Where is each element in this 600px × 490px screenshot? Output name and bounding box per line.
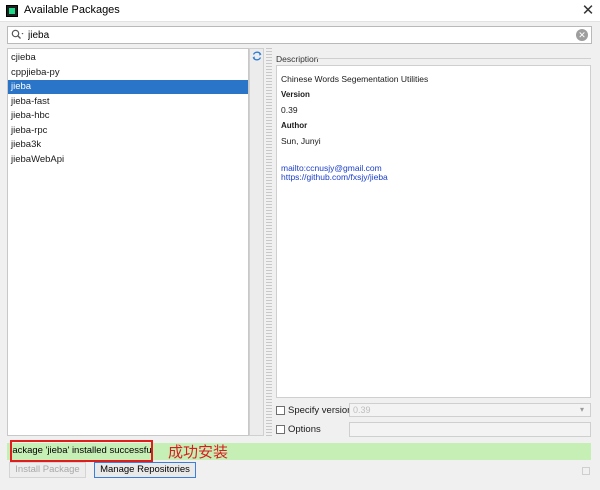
resize-grip[interactable] <box>582 467 590 475</box>
search-input[interactable] <box>28 28 568 42</box>
package-list-scrollbar[interactable] <box>249 48 264 436</box>
package-list-item[interactable]: jieba <box>8 80 248 94</box>
package-list-item[interactable]: jieba-fast <box>8 95 248 109</box>
description-divider <box>316 58 591 59</box>
status-message: Package 'jieba' installed successfully <box>10 445 153 456</box>
search-box[interactable]: ✕ <box>7 26 592 44</box>
clear-search-icon[interactable]: ✕ <box>576 29 588 41</box>
options-input[interactable] <box>349 422 591 437</box>
description-panel: Chinese Words Segementation Utilities Ve… <box>276 65 591 398</box>
success-annotation: 成功安装 <box>168 443 229 461</box>
package-list-item[interactable]: cjieba <box>8 51 248 65</box>
version-select-value: 0.39 <box>353 405 371 415</box>
title-bar: Available Packages ✕ <box>0 0 600 22</box>
version-heading: Version <box>281 90 310 99</box>
homepage-link[interactable]: https://github.com/fxsjy/jieba <box>281 172 388 182</box>
close-icon[interactable]: ✕ <box>578 1 598 21</box>
author-value: Sun, Junyi <box>281 136 321 146</box>
package-list-item[interactable]: cppjieba-py <box>8 66 248 80</box>
version-value: 0.39 <box>281 105 298 115</box>
refresh-icon[interactable] <box>251 50 263 62</box>
package-list-item[interactable]: jieba3k <box>8 138 248 152</box>
package-summary: Chinese Words Segementation Utilities <box>281 74 429 84</box>
description-label: Description <box>276 54 319 64</box>
package-list-item[interactable]: jieba-rpc <box>8 124 248 138</box>
package-list-item[interactable]: jiebaWebApi <box>8 153 248 167</box>
options-checkbox[interactable] <box>276 425 285 434</box>
window-title: Available Packages <box>24 4 120 16</box>
specify-version-checkbox[interactable] <box>276 406 285 415</box>
install-package-button[interactable]: Install Package <box>9 462 86 478</box>
search-icon <box>11 29 24 39</box>
manage-repositories-button[interactable]: Manage Repositories <box>94 462 196 478</box>
pycharm-app-icon <box>6 5 18 17</box>
panel-splitter[interactable] <box>266 48 272 436</box>
chevron-down-icon: ▾ <box>580 405 585 414</box>
status-highlight-box: Package 'jieba' installed successfully <box>10 440 153 462</box>
author-heading: Author <box>281 121 308 130</box>
package-list[interactable]: cjieba cppjieba-py jieba jieba-fast jieba-hb… <box>7 48 249 436</box>
package-list-item[interactable]: jieba-hbc <box>8 109 248 123</box>
specify-version-label: Specify version <box>288 405 353 416</box>
version-select[interactable]: 0.39 ▾ <box>349 403 591 417</box>
options-label: Options <box>288 424 321 435</box>
